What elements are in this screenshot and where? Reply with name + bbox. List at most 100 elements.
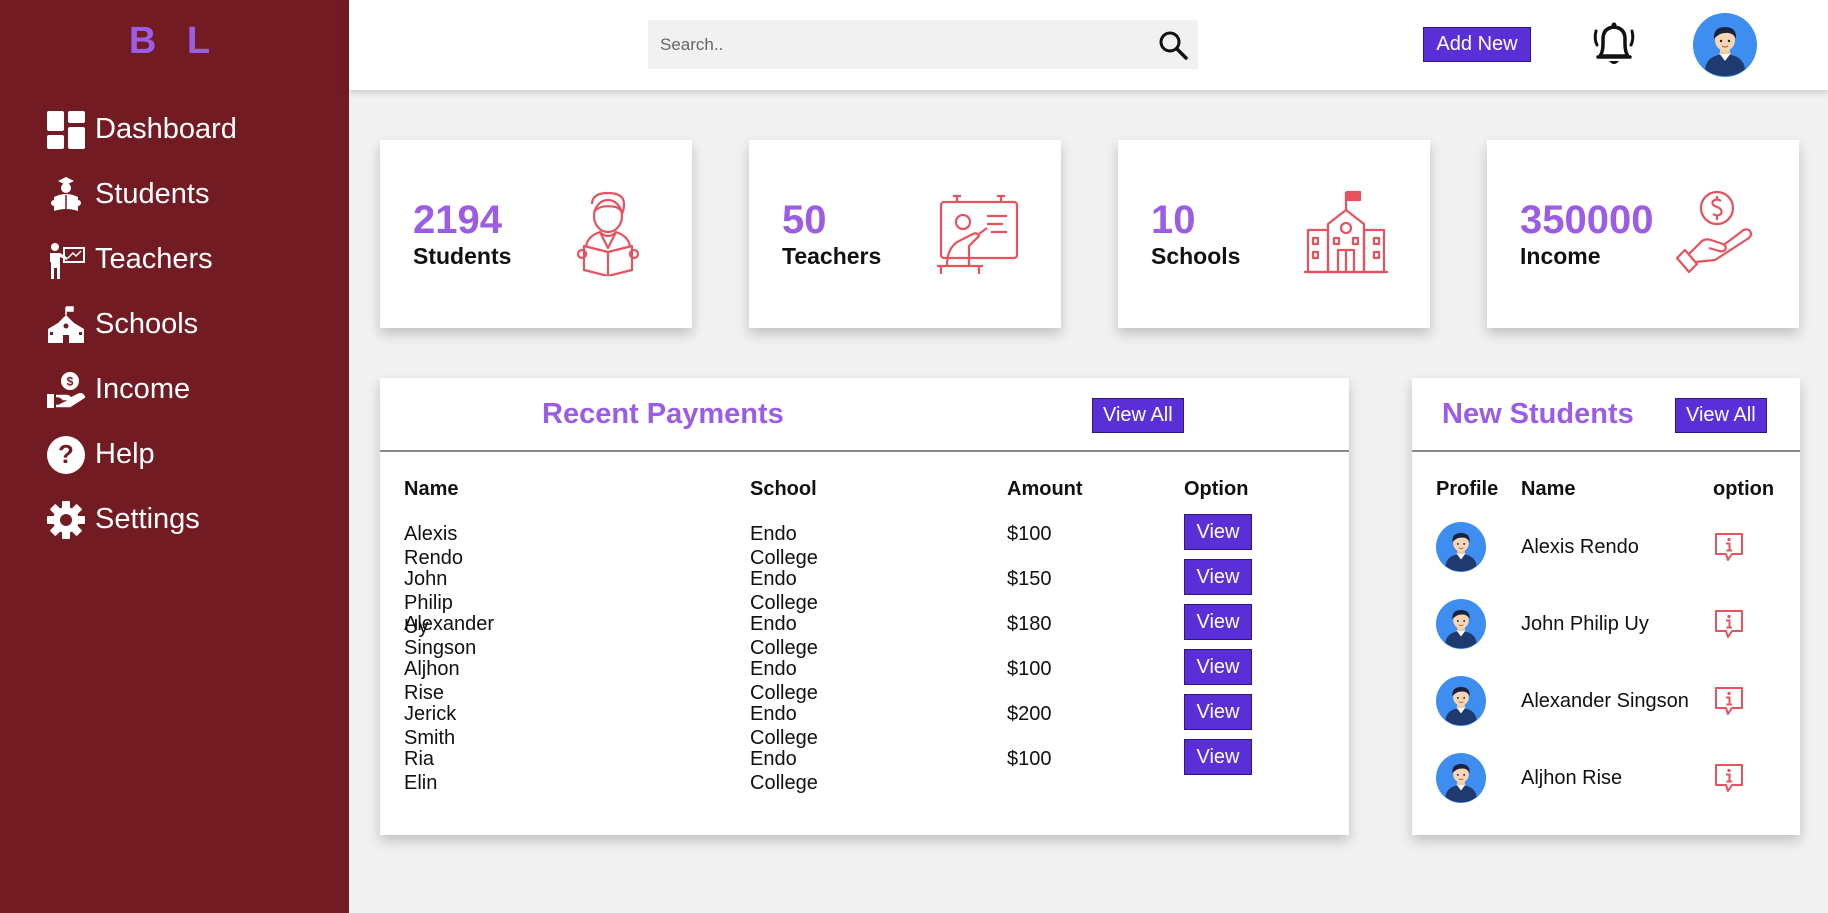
sidebar: B L Dashboard Students Teachers Schools — [0, 0, 349, 913]
panel-header: New Students View All — [1412, 378, 1800, 452]
stat-number: 350000 — [1520, 198, 1654, 242]
search-icon — [1159, 31, 1188, 60]
teacher-icon — [45, 239, 87, 281]
stat-card-teachers[interactable]: 50 Teachers — [749, 140, 1061, 328]
notification-bell-icon[interactable] — [1589, 18, 1639, 70]
stat-card-students[interactable]: 2194 Students — [380, 140, 692, 328]
sidebar-item-label: Teachers — [95, 243, 213, 275]
stat-card-schools[interactable]: 10 Schools — [1118, 140, 1430, 328]
view-button[interactable]: View — [1184, 514, 1252, 550]
sidebar-item-label: Settings — [95, 503, 200, 535]
student-name: Aljhon Rise — [1521, 767, 1623, 789]
column-header: Amount — [1007, 478, 1083, 500]
view-button[interactable]: View — [1184, 739, 1252, 775]
school-building-icon — [1302, 188, 1390, 276]
payment-school: Endo College — [750, 613, 818, 659]
info-icon[interactable] — [1712, 607, 1746, 641]
list-item: John Philip Uy — [1412, 599, 1800, 651]
column-header: Name — [404, 478, 459, 500]
stat-label: Teachers — [782, 243, 882, 269]
sidebar-item-help[interactable]: ? Help — [45, 422, 237, 487]
stat-number: 10 — [1151, 198, 1196, 242]
sidebar-item-dashboard[interactable]: Dashboard — [45, 97, 237, 162]
dashboard-icon — [45, 109, 87, 151]
list-item: Aljhon Rise — [1412, 753, 1800, 805]
payment-school: Endo College — [750, 658, 818, 704]
sidebar-item-settings[interactable]: Settings — [45, 487, 237, 552]
new-students-panel: New Students View All Profile Name optio… — [1412, 378, 1800, 835]
student-avatar — [1436, 522, 1486, 572]
recent-payments-panel: Recent Payments View All Name School Amo… — [380, 378, 1349, 835]
sidebar-item-label: Students — [95, 178, 210, 210]
student-name: John Philip Uy — [1521, 613, 1649, 635]
logo[interactable]: B L — [0, 20, 349, 63]
payment-amount: $100 — [1007, 523, 1052, 545]
sidebar-item-schools[interactable]: Schools — [45, 292, 237, 357]
view-all-students-button[interactable]: View All — [1675, 398, 1767, 433]
income-icon: $ — [45, 369, 87, 411]
search-bar — [648, 20, 1198, 69]
info-icon[interactable] — [1712, 530, 1746, 564]
hand-coin-icon — [1671, 188, 1759, 276]
sidebar-item-label: Help — [95, 438, 155, 470]
column-header: Option — [1184, 478, 1249, 500]
column-header: School — [750, 478, 817, 500]
table-header-row: Profile Name option — [1412, 477, 1800, 522]
topbar: Add New — [349, 0, 1828, 90]
student-icon — [45, 174, 87, 216]
view-button[interactable]: View — [1184, 604, 1252, 640]
payment-school: Endo College — [750, 703, 818, 749]
student-reading-icon — [564, 188, 652, 278]
stat-label: Schools — [1151, 243, 1241, 269]
payment-name: Alexis Rendo — [404, 523, 463, 569]
info-icon[interactable] — [1712, 684, 1746, 718]
help-icon: ? — [45, 434, 87, 476]
payment-name: Jerick Smith — [404, 703, 457, 749]
search-input[interactable] — [648, 20, 1148, 69]
teacher-board-icon — [933, 188, 1021, 276]
list-item: Alexander Singson — [1412, 676, 1800, 728]
svg-text:?: ? — [58, 439, 74, 469]
panel-title: Recent Payments — [542, 398, 784, 430]
column-header: Profile — [1436, 478, 1499, 500]
svg-text:$: $ — [67, 374, 74, 388]
sidebar-item-teachers[interactable]: Teachers — [45, 227, 237, 292]
settings-icon — [45, 499, 87, 541]
add-new-button[interactable]: Add New — [1423, 27, 1531, 62]
column-header: option — [1713, 478, 1775, 500]
info-icon[interactable] — [1712, 761, 1746, 795]
payment-amount: $180 — [1007, 613, 1052, 635]
view-button[interactable]: View — [1184, 649, 1252, 685]
student-name: Alexander Singson — [1521, 690, 1689, 712]
payment-amount: $100 — [1007, 748, 1052, 770]
student-name: Alexis Rendo — [1521, 536, 1639, 558]
list-item: Alexis Rendo — [1412, 522, 1800, 574]
user-avatar[interactable] — [1693, 13, 1757, 77]
sidebar-item-label: Income — [95, 373, 191, 405]
payment-school: Endo College — [750, 748, 818, 794]
school-icon — [45, 304, 87, 346]
sidebar-item-students[interactable]: Students — [45, 162, 237, 227]
stat-number: 50 — [782, 198, 827, 242]
panel-title: New Students — [1442, 398, 1634, 430]
sidebar-item-label: Schools — [95, 308, 199, 340]
payment-name: Alexander Singson — [404, 613, 495, 659]
payment-school: Endo College — [750, 523, 818, 569]
payment-amount: $100 — [1007, 658, 1052, 680]
student-avatar — [1436, 753, 1486, 803]
view-button[interactable]: View — [1184, 694, 1252, 730]
student-avatar — [1436, 599, 1486, 649]
view-button[interactable]: View — [1184, 559, 1252, 595]
view-all-payments-button[interactable]: View All — [1092, 398, 1184, 433]
payment-name: Aljhon Rise — [404, 658, 460, 704]
stat-label: Students — [413, 243, 512, 269]
stat-card-income[interactable]: 350000 Income — [1487, 140, 1799, 328]
payment-name: Ria Elin — [404, 748, 438, 794]
payment-amount: $200 — [1007, 703, 1052, 725]
sidebar-nav: Dashboard Students Teachers Schools $ In… — [45, 97, 237, 552]
student-avatar — [1436, 676, 1486, 726]
stat-number: 2194 — [413, 198, 502, 242]
search-button[interactable] — [1148, 20, 1198, 69]
sidebar-item-income[interactable]: $ Income — [45, 357, 237, 422]
column-header: Name — [1521, 478, 1576, 500]
